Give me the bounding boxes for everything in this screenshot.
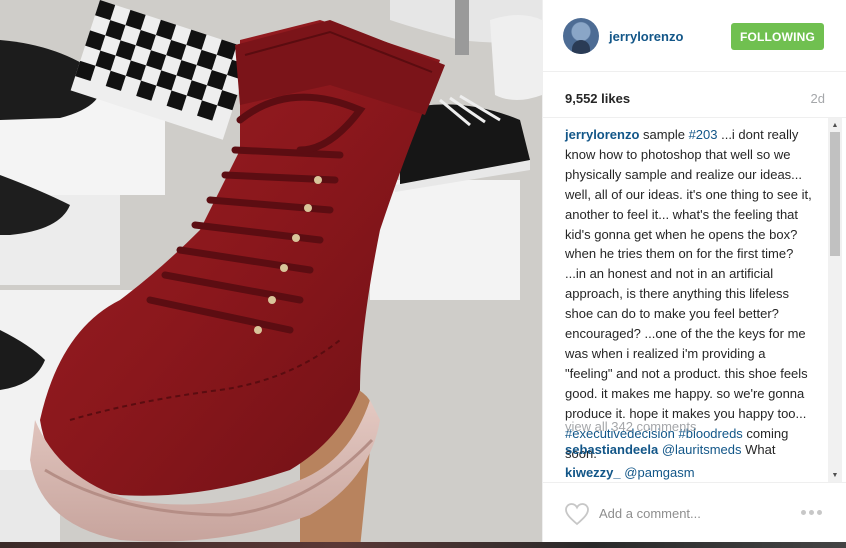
- post-photo[interactable]: [0, 0, 542, 548]
- comment-item: sebastiandeela @lauritsmeds What: [565, 442, 775, 457]
- add-comment-input[interactable]: [599, 502, 779, 524]
- scroll-up-arrow-icon[interactable]: ▲: [828, 118, 842, 132]
- likes-count[interactable]: 9,552 likes: [565, 91, 630, 106]
- hashtag-link[interactable]: #203: [689, 127, 718, 142]
- comment-item: kiwezzy_ @pamgasm: [565, 465, 695, 480]
- photo-strip-edge: [0, 542, 846, 548]
- scroll-thumb[interactable]: [830, 132, 840, 256]
- mention-link[interactable]: @pamgasm: [624, 465, 694, 480]
- following-button[interactable]: FOLLOWING: [731, 23, 824, 50]
- dot: [817, 510, 822, 515]
- post-time[interactable]: 2d: [811, 91, 825, 106]
- dot: [809, 510, 814, 515]
- caption-text-part: sample: [639, 127, 689, 142]
- sneaker-photo-illustration: [0, 0, 542, 548]
- post-meta: 9,552 likes 2d: [543, 72, 846, 118]
- comment-author-link[interactable]: sebastiandeela: [565, 442, 658, 457]
- caption-author-link[interactable]: jerrylorenzo: [565, 127, 639, 142]
- post-detail-panel: jerrylorenzo FOLLOWING 9,552 likes 2d je…: [542, 0, 846, 542]
- scroll-down-arrow-icon[interactable]: ▼: [828, 468, 842, 482]
- more-options-icon[interactable]: [801, 508, 825, 518]
- post-caption: jerrylorenzo sample #203 ...i dont reall…: [565, 125, 813, 463]
- view-all-comments-link[interactable]: view all 342 comments: [565, 419, 697, 434]
- dot: [801, 510, 806, 515]
- comment-text: What: [741, 442, 776, 457]
- caption-text-part: ...i dont really know how to photoshop t…: [565, 127, 812, 421]
- mention-link[interactable]: @lauritsmeds: [662, 442, 742, 457]
- username-link[interactable]: jerrylorenzo: [609, 29, 683, 44]
- comments-scrollbar[interactable]: ▲ ▼: [828, 118, 842, 482]
- post-footer: [543, 482, 846, 542]
- heart-icon[interactable]: [564, 502, 590, 526]
- post-header: jerrylorenzo FOLLOWING: [543, 0, 846, 72]
- avatar[interactable]: [563, 18, 599, 54]
- comments-section: jerrylorenzo sample #203 ...i dont reall…: [543, 118, 846, 482]
- comment-author-link[interactable]: kiwezzy_: [565, 465, 621, 480]
